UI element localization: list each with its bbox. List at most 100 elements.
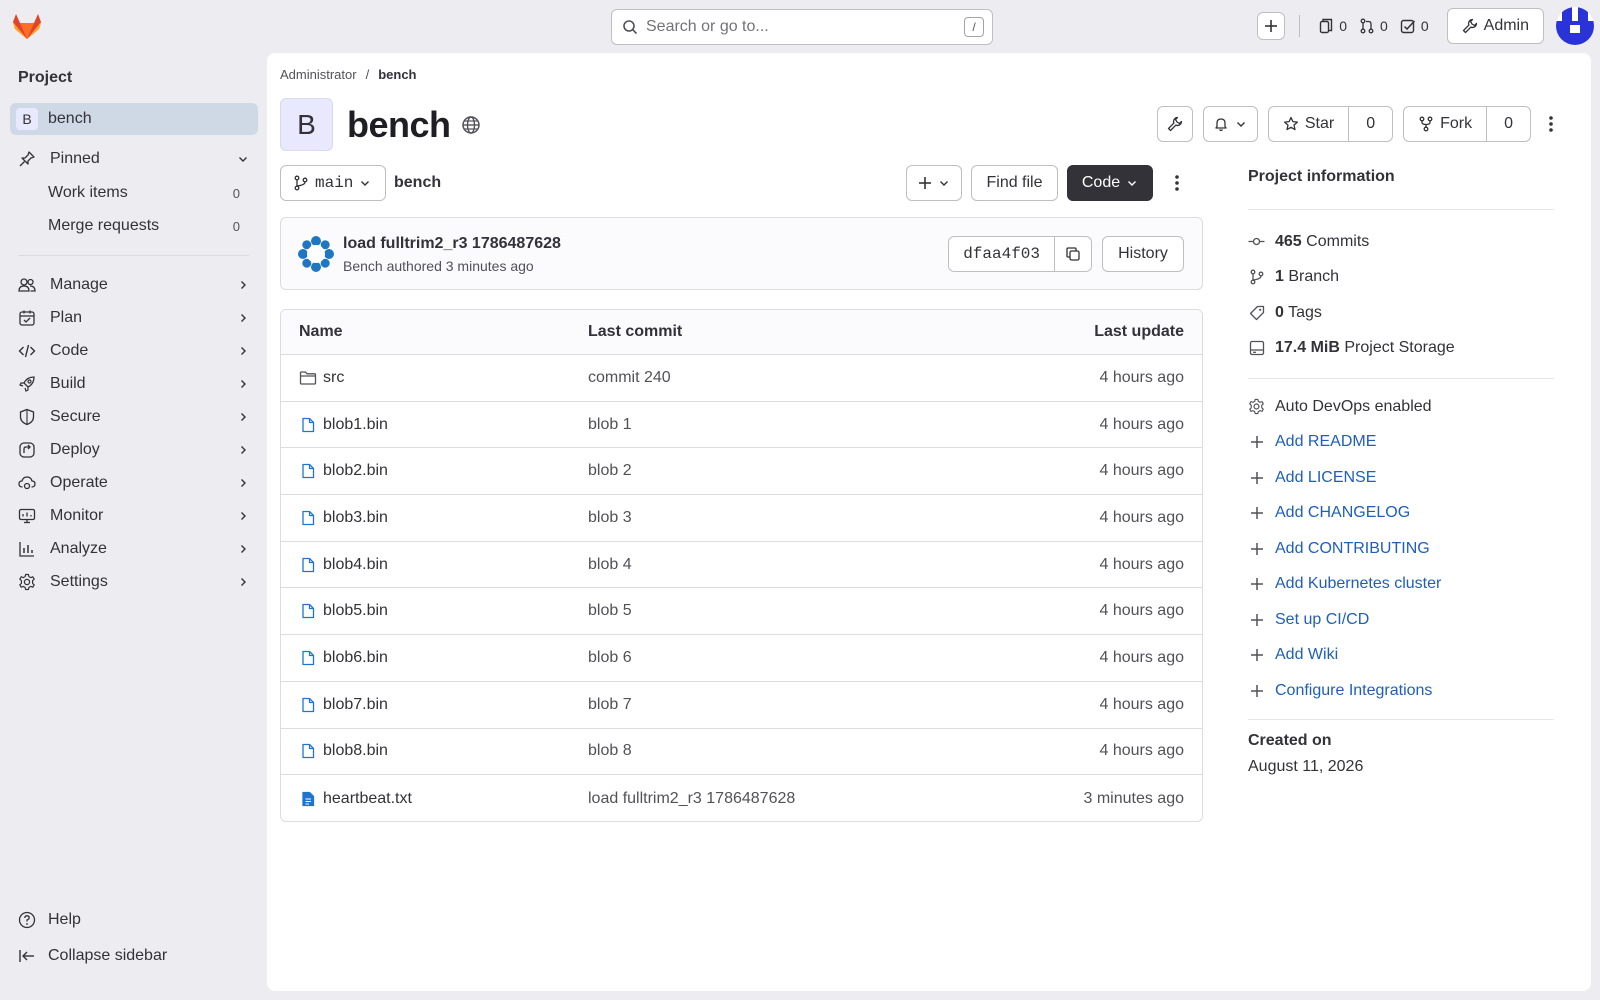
file-last-commit-link[interactable]: blob 8 <box>588 742 982 760</box>
table-row[interactable]: blob7.bin blob 7 4 hours ago <box>281 682 1202 729</box>
sidebar-item-label: Code <box>50 342 89 359</box>
commits-link[interactable]: 465 Commits <box>1248 224 1554 260</box>
sidebar: Project B bench Pinned Work items 0 Merg… <box>0 52 267 1000</box>
sidebar-item-merge-requests[interactable]: Merge requests 0 <box>48 211 248 241</box>
table-row[interactable]: blob3.bin blob 3 4 hours ago <box>281 495 1202 542</box>
file-last-commit-link[interactable]: blob 7 <box>588 696 982 714</box>
file-last-commit-link[interactable]: blob 6 <box>588 649 982 667</box>
sidebar-item-monitor[interactable]: Monitor <box>10 500 258 532</box>
commit-author-avatar[interactable] <box>298 236 334 272</box>
file-last-update: 3 minutes ago <box>1083 789 1184 807</box>
file-name-link[interactable]: blob5.bin <box>323 602 388 620</box>
project-info-link[interactable]: Add Kubernetes cluster <box>1248 567 1554 603</box>
admin-button[interactable]: Admin <box>1446 8 1544 44</box>
file-name-link[interactable]: blob7.bin <box>323 696 388 714</box>
tags-count: 0 <box>1275 303 1284 321</box>
branch-count: 1 <box>1275 268 1284 286</box>
sidebar-item-secure[interactable]: Secure <box>10 401 258 433</box>
sidebar-item-build[interactable]: Build <box>10 368 258 400</box>
file-name-link[interactable]: blob2.bin <box>323 462 388 480</box>
project-info-link[interactable]: Add README <box>1248 425 1554 461</box>
file-last-commit-link[interactable]: commit 240 <box>588 369 982 387</box>
create-new-button[interactable] <box>1257 12 1286 40</box>
sidebar-item-settings[interactable]: Settings <box>10 566 258 598</box>
file-name-link[interactable]: heartbeat.txt <box>323 790 412 808</box>
auto-devops-link[interactable]: Auto DevOps enabled <box>1248 389 1554 425</box>
notifications-button[interactable] <box>1202 106 1258 142</box>
project-info-link[interactable]: Add CHANGELOG <box>1248 496 1554 532</box>
project-info-link[interactable]: Add CONTRIBUTING <box>1248 531 1554 567</box>
table-row[interactable]: heartbeat.txt load fulltrim2_r3 178648762… <box>281 775 1202 821</box>
sidebar-item-manage[interactable]: Manage <box>10 269 258 301</box>
issues-button[interactable]: 0 <box>1312 12 1353 40</box>
project-information-panel: Project information 465 Commits 1 Branch… <box>1248 168 1554 776</box>
column-header-last-commit: Last commit <box>588 323 683 340</box>
file-last-commit-link[interactable]: blob 1 <box>588 416 982 434</box>
table-row[interactable]: blob1.bin blob 1 4 hours ago <box>281 402 1202 449</box>
sidebar-item-deploy[interactable]: Deploy <box>10 434 258 466</box>
fork-button[interactable]: Fork <box>1404 107 1486 141</box>
file-name-link[interactable]: blob3.bin <box>323 509 388 527</box>
plus-icon <box>1248 542 1265 556</box>
file-last-commit-link[interactable]: blob 3 <box>588 509 982 527</box>
star-count[interactable]: 0 <box>1348 107 1392 141</box>
user-avatar[interactable] <box>1556 7 1594 45</box>
table-row[interactable]: src commit 240 4 hours ago <box>281 355 1202 402</box>
file-last-commit-link[interactable]: blob 4 <box>588 556 982 574</box>
file-last-commit-link[interactable]: blob 5 <box>588 602 982 620</box>
file-name-link[interactable]: blob1.bin <box>323 416 388 434</box>
chevron-down-icon <box>1237 122 1246 127</box>
file-last-commit-link[interactable]: load fulltrim2_r3 1786487628 <box>588 790 982 808</box>
breadcrumb-parent[interactable]: Administrator <box>280 67 357 82</box>
breadcrumb-current[interactable]: bench <box>378 67 416 82</box>
sidebar-item-project[interactable]: B bench <box>10 103 258 135</box>
file-name-link[interactable]: blob8.bin <box>323 742 388 760</box>
merge-requests-button[interactable]: 0 <box>1353 12 1394 40</box>
table-row[interactable]: blob6.bin blob 6 4 hours ago <box>281 635 1202 682</box>
repo-more-actions-button[interactable] <box>1162 165 1192 201</box>
plus-icon <box>1248 471 1265 485</box>
table-row[interactable]: blob5.bin blob 5 4 hours ago <box>281 588 1202 636</box>
history-button[interactable]: History <box>1102 236 1184 272</box>
branch-selector[interactable]: main <box>280 165 386 201</box>
copy-sha-button[interactable] <box>1055 237 1091 271</box>
tags-link[interactable]: 0 Tags <box>1248 295 1554 331</box>
help-button[interactable]: Help <box>10 904 258 936</box>
sidebar-item-plan[interactable]: Plan <box>10 302 258 334</box>
settings-wrench-button[interactable] <box>1156 106 1193 142</box>
sidebar-item-count: 0 <box>232 185 240 201</box>
file-name-link[interactable]: blob4.bin <box>323 556 388 574</box>
collapse-sidebar-button[interactable]: Collapse sidebar <box>10 940 258 972</box>
sidebar-item-operate[interactable]: Operate <box>10 467 258 499</box>
fork-count[interactable]: 0 <box>1486 107 1530 141</box>
search-box[interactable]: Search or go to... / <box>611 9 993 45</box>
project-info-link[interactable]: Set up CI/CD <box>1248 602 1554 638</box>
repo-path[interactable]: bench <box>394 165 441 201</box>
commit-title-link[interactable]: load fulltrim2_r3 1786487628 <box>343 235 561 253</box>
add-to-tree-button[interactable] <box>906 165 962 201</box>
more-actions-button[interactable] <box>1541 106 1561 142</box>
file-name-link[interactable]: blob6.bin <box>323 649 388 667</box>
file-name-link[interactable]: src <box>323 369 344 387</box>
star-button[interactable]: Star <box>1269 107 1348 141</box>
table-row[interactable]: blob4.bin blob 4 4 hours ago <box>281 542 1202 589</box>
project-info-link[interactable]: Configure Integrations <box>1248 673 1554 709</box>
commit-sha[interactable]: dfaa4f03 <box>949 237 1055 271</box>
gitlab-logo-icon[interactable] <box>12 12 42 40</box>
sidebar-item-work-items[interactable]: Work items 0 <box>48 178 248 208</box>
find-file-button[interactable]: Find file <box>971 165 1058 201</box>
plus-icon <box>1248 506 1265 520</box>
table-row[interactable]: blob8.bin blob 8 4 hours ago <box>281 729 1202 776</box>
branches-link[interactable]: 1 Branch <box>1248 260 1554 296</box>
code-dropdown-button[interactable]: Code <box>1067 165 1153 201</box>
todos-button[interactable]: 0 <box>1394 12 1435 40</box>
file-last-commit-link[interactable]: blob 2 <box>588 462 982 480</box>
storage-link[interactable]: 17.4 MiB Project Storage <box>1248 331 1554 367</box>
sidebar-item-pinned[interactable]: Pinned <box>10 143 258 175</box>
table-row[interactable]: blob2.bin blob 2 4 hours ago <box>281 448 1202 496</box>
project-info-link[interactable]: Add LICENSE <box>1248 460 1554 496</box>
sidebar-item-analyze[interactable]: Analyze <box>10 533 258 565</box>
sidebar-item-code[interactable]: Code <box>10 335 258 367</box>
chevron-right-icon <box>234 444 252 456</box>
project-info-link[interactable]: Add Wiki <box>1248 638 1554 674</box>
